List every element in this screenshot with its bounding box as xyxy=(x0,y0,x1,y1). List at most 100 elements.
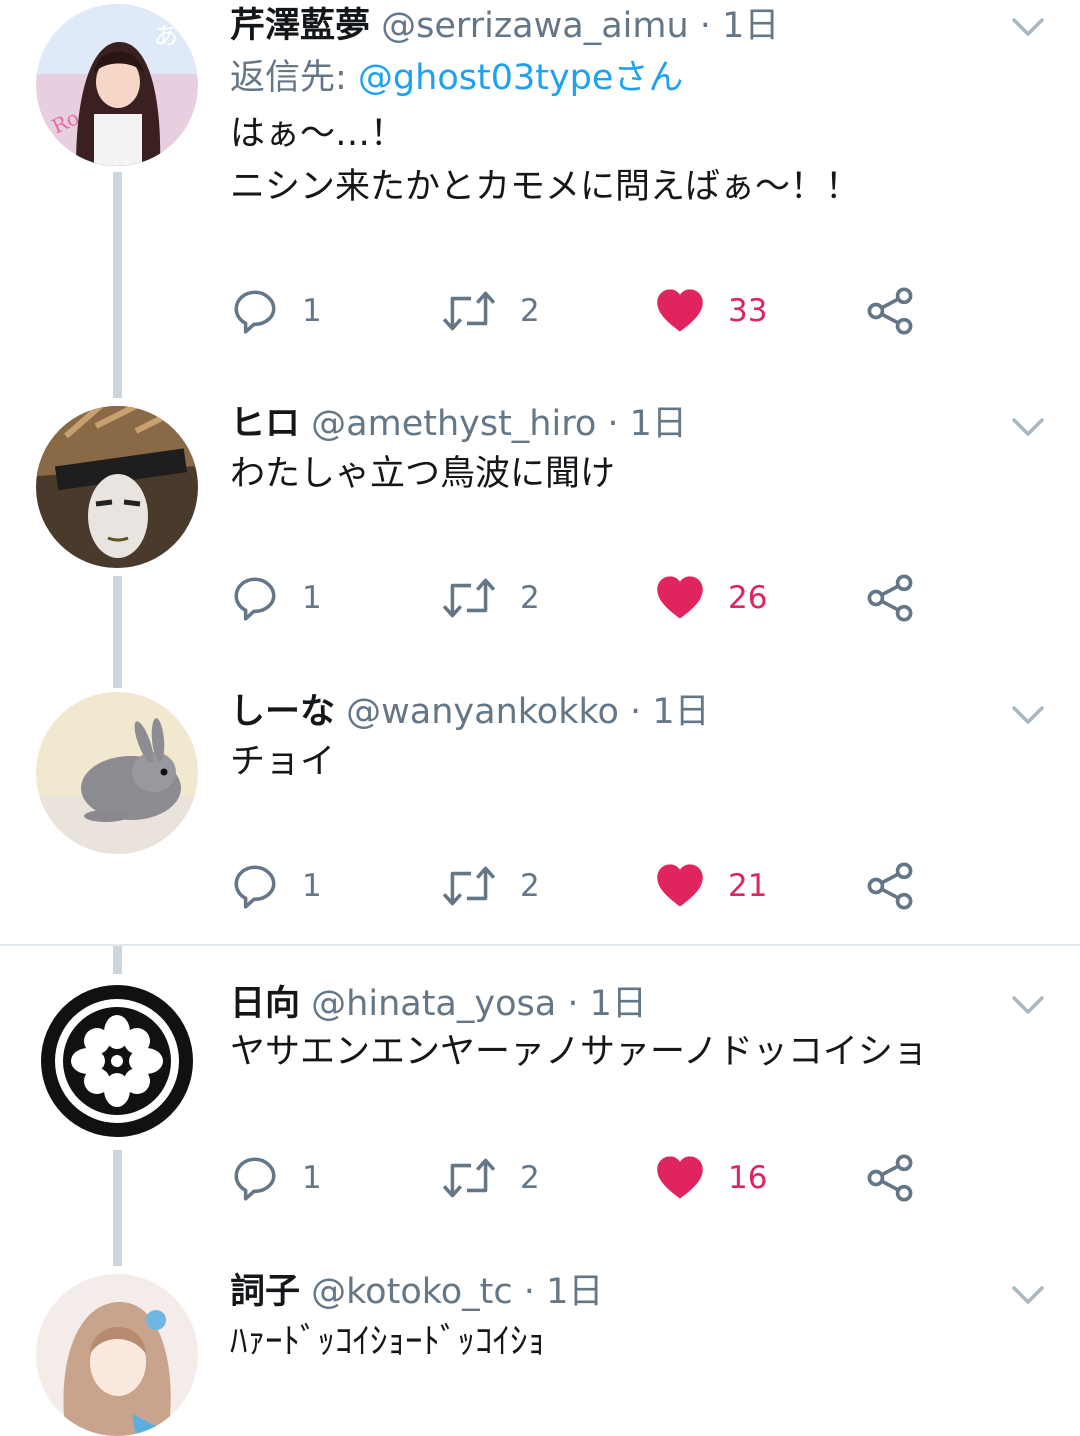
display-name[interactable]: ヒロ xyxy=(230,404,300,444)
reply-button[interactable]: 1 xyxy=(230,281,322,341)
retweet-count: 2 xyxy=(520,1160,540,1196)
thread-line xyxy=(113,172,122,398)
reply-count: 1 xyxy=(302,1160,322,1196)
tweet-text: わたしゃ立つ鳥波に聞け xyxy=(230,454,616,494)
retweet-button[interactable]: 2 xyxy=(440,568,540,628)
user-handle[interactable]: @hinata_yosa xyxy=(311,984,556,1024)
tweet-text: チョイ xyxy=(230,742,336,782)
display-name[interactable]: 詞子 xyxy=(230,1272,300,1312)
timestamp[interactable]: 1日 xyxy=(722,6,779,46)
like-button[interactable]: 21 xyxy=(654,856,767,916)
user-handle[interactable]: @serrizawa_aimu xyxy=(381,6,689,46)
tweet[interactable]: ヒロ @amethyst_hiro · 1日 わたしゃ立つ鳥波に聞け 1 2 2… xyxy=(0,400,1080,688)
reply-to-link[interactable]: @ghost03typeさん xyxy=(358,58,684,98)
reply-icon xyxy=(230,573,280,623)
tweet-header: ヒロ @amethyst_hiro · 1日 xyxy=(230,402,990,446)
separator-dot: · xyxy=(607,404,619,444)
tweet-actions: 1 2 21 xyxy=(230,856,950,916)
reply-icon xyxy=(230,1153,280,1203)
retweet-button[interactable]: 2 xyxy=(440,281,540,341)
share-button[interactable] xyxy=(864,856,916,916)
tweet-text: はぁ〜…！ ニシン来たかとカモメに問えばぁ〜！！ xyxy=(230,114,861,207)
timestamp[interactable]: 1日 xyxy=(630,404,687,444)
separator-dot: · xyxy=(523,1272,535,1312)
like-button[interactable]: 26 xyxy=(654,568,767,628)
like-button[interactable]: 33 xyxy=(654,281,767,341)
timestamp[interactable]: 1日 xyxy=(652,692,709,732)
chevron-down-icon[interactable] xyxy=(1008,700,1048,730)
like-count: 26 xyxy=(728,580,768,616)
avatar[interactable] xyxy=(36,980,198,1142)
display-name[interactable]: 芹澤藍夢 xyxy=(230,6,370,46)
retweet-button[interactable]: 2 xyxy=(440,1148,540,1208)
avatar[interactable] xyxy=(36,692,198,854)
like-button[interactable]: 16 xyxy=(654,1148,767,1208)
reply-icon xyxy=(230,286,280,336)
share-button[interactable] xyxy=(864,281,916,341)
retweet-count: 2 xyxy=(520,293,540,329)
tweet-actions: 1 2 16 xyxy=(230,1148,950,1208)
tweet-actions: 1 2 33 xyxy=(230,281,950,341)
heart-icon xyxy=(654,860,706,912)
share-icon xyxy=(864,860,916,912)
display-name[interactable]: 日向 xyxy=(230,984,300,1024)
avatar[interactable]: Ro あ xyxy=(36,4,198,166)
separator-dot: · xyxy=(699,6,711,46)
tweet-header: 日向 @hinata_yosa · 1日 xyxy=(230,982,990,1026)
timestamp[interactable]: 1日 xyxy=(546,1272,603,1312)
thread-line xyxy=(113,1150,122,1266)
share-icon xyxy=(864,572,916,624)
reply-button[interactable]: 1 xyxy=(230,568,322,628)
avatar[interactable] xyxy=(36,406,198,568)
user-handle[interactable]: @wanyankokko xyxy=(346,692,619,732)
reply-count: 1 xyxy=(302,580,322,616)
reply-icon xyxy=(230,861,280,911)
reply-count: 1 xyxy=(302,293,322,329)
timestamp[interactable]: 1日 xyxy=(590,984,647,1024)
tweet[interactable]: Ro あ 芹澤藍夢 @serrizawa_aimu · 1日 返信先: @gho… xyxy=(0,0,1080,400)
chevron-down-icon[interactable] xyxy=(1008,990,1048,1020)
chevron-down-icon[interactable] xyxy=(1008,412,1048,442)
share-icon xyxy=(864,1152,916,1204)
like-count: 33 xyxy=(728,293,768,329)
retweet-icon xyxy=(440,573,498,623)
thread-line xyxy=(113,576,122,688)
retweet-icon xyxy=(440,1153,498,1203)
user-handle[interactable]: @kotoko_tc xyxy=(311,1272,512,1312)
tweet[interactable]: 日向 @hinata_yosa · 1日 ヤサエンエンヤーァノサァーノドッコイシ… xyxy=(0,946,1080,1266)
separator-dot: · xyxy=(567,984,579,1024)
like-count: 16 xyxy=(728,1160,768,1196)
retweet-icon xyxy=(440,861,498,911)
reply-button[interactable]: 1 xyxy=(230,856,322,916)
reply-to-line: 返信先: @ghost03typeさん xyxy=(230,56,683,100)
user-handle[interactable]: @amethyst_hiro xyxy=(311,404,596,444)
tweet-text: ヤサエンエンヤーァノサァーノドッコイショ xyxy=(230,1032,928,1072)
tweet[interactable]: しーな @wanyankokko · 1日 チョイ 1 2 21 xyxy=(0,688,1080,944)
retweet-count: 2 xyxy=(520,580,540,616)
share-icon xyxy=(864,285,916,337)
tweet[interactable]: 詞子 @kotoko_tc · 1日 ﾊｧｰﾄﾞｯｺｲｼｮｰﾄﾞｯｺｲｼｮ xyxy=(0,1266,1080,1436)
chevron-down-icon[interactable] xyxy=(1008,1280,1048,1310)
chevron-down-icon[interactable] xyxy=(1008,12,1048,42)
share-button[interactable] xyxy=(864,1148,916,1208)
retweet-button[interactable]: 2 xyxy=(440,856,540,916)
reply-to-label: 返信先: xyxy=(230,58,358,98)
separator-dot: · xyxy=(630,692,642,732)
reply-count: 1 xyxy=(302,868,322,904)
tweet-header: しーな @wanyankokko · 1日 xyxy=(230,690,990,734)
like-count: 21 xyxy=(728,868,768,904)
heart-icon xyxy=(654,285,706,337)
svg-text:あ: あ xyxy=(154,22,178,50)
share-button[interactable] xyxy=(864,568,916,628)
tweet-header: 芹澤藍夢 @serrizawa_aimu · 1日 xyxy=(230,4,990,48)
tweet-header: 詞子 @kotoko_tc · 1日 xyxy=(230,1270,990,1314)
heart-icon xyxy=(654,572,706,624)
reply-button[interactable]: 1 xyxy=(230,1148,322,1208)
thread-line xyxy=(113,946,122,974)
tweet-text: ﾊｧｰﾄﾞｯｺｲｼｮｰﾄﾞｯｺｲｼｮ xyxy=(230,1322,546,1362)
heart-icon xyxy=(654,1152,706,1204)
retweet-icon xyxy=(440,286,498,336)
display-name[interactable]: しーな xyxy=(230,692,335,732)
tweet-actions: 1 2 26 xyxy=(230,568,950,628)
retweet-count: 2 xyxy=(520,868,540,904)
